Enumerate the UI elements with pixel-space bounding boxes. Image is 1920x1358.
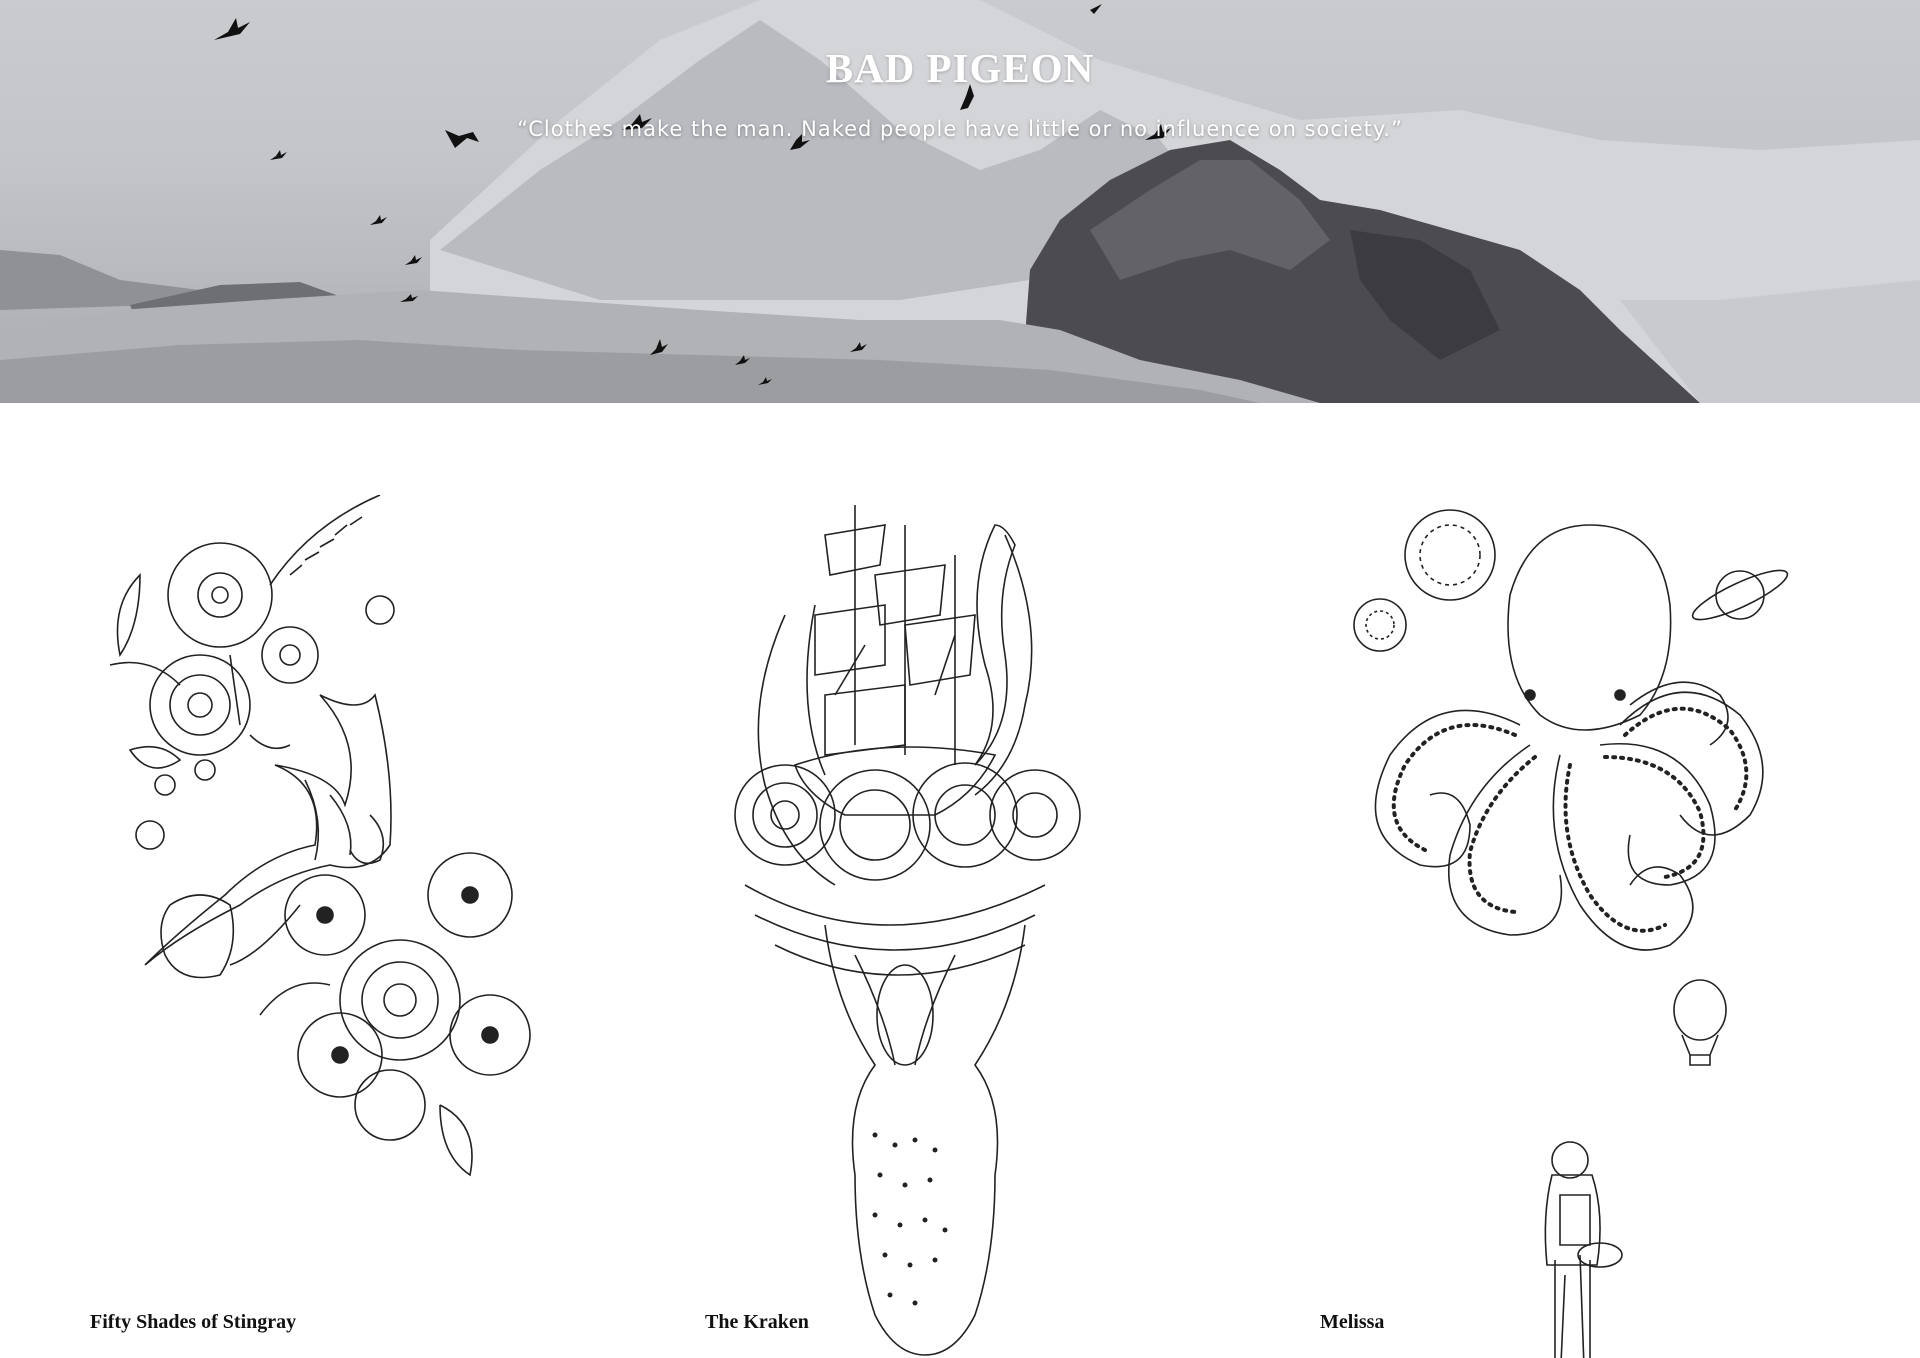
illustration-gallery: Fifty Shades of Stingray The Kraken Meli…	[0, 403, 1920, 1358]
gallery-item-title[interactable]: Fifty Shades of Stingray	[90, 1311, 296, 1334]
gallery-item[interactable]: The Kraken	[705, 403, 1265, 1358]
gallery-item[interactable]: Melissa	[1320, 403, 1880, 1358]
gallery-item-title[interactable]: The Kraken	[705, 1311, 809, 1334]
site-tagline-quote: “Clothes make the man. Naked people have…	[517, 117, 1403, 141]
gallery-item[interactable]: Fifty Shades of Stingray	[70, 403, 630, 1358]
site-title[interactable]: BAD PIGEON	[0, 44, 1920, 92]
hero-banner: BAD PIGEON “Clothes make the man. Naked …	[0, 0, 1920, 403]
gallery-item-title[interactable]: Melissa	[1320, 1311, 1384, 1334]
kraken-with-ship-illustration[interactable]	[705, 495, 1265, 1358]
octopus-with-planets-and-cyclist-illustration[interactable]	[1320, 495, 1880, 1358]
stingray-with-flowers-illustration[interactable]	[70, 495, 630, 1358]
